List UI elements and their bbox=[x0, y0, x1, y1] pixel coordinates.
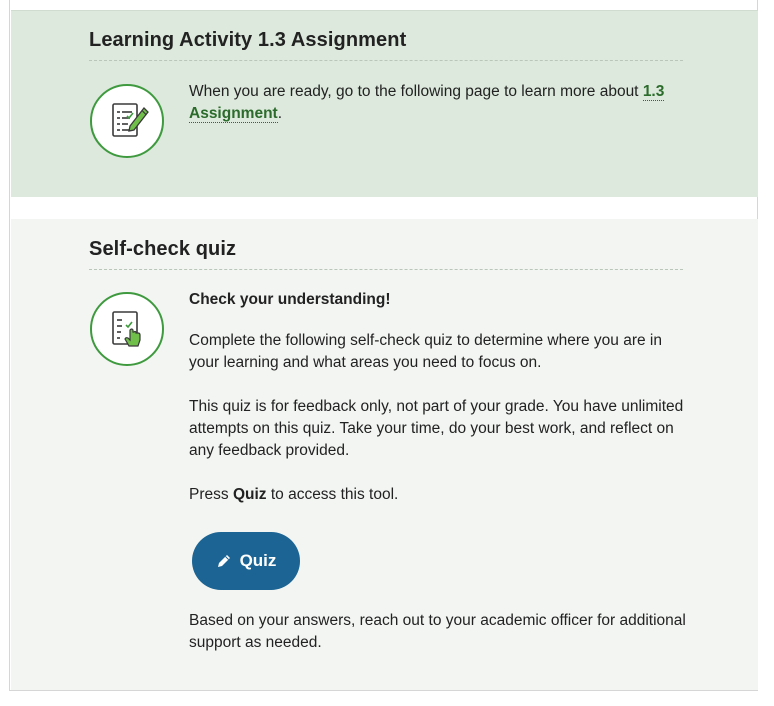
activity-text-before: When you are ready, go to the following … bbox=[189, 83, 643, 100]
quiz-paragraph-3: Press Quiz to access this tool. bbox=[189, 486, 399, 503]
quiz-paragraph-1: Complete the following self-check quiz t… bbox=[189, 332, 662, 371]
quiz-term: Quiz bbox=[232, 486, 267, 503]
activity-title: Learning Activity 1.3 Assignment bbox=[89, 29, 407, 51]
activity-divider bbox=[89, 60, 683, 61]
activity-text-after: . bbox=[277, 105, 283, 122]
content-frame: Learning Activity 1.3 Assignment When yo… bbox=[9, 0, 758, 691]
self-check-quiz-panel: Self-check quiz Check your understanding… bbox=[11, 219, 758, 690]
quiz-button[interactable]: Quiz bbox=[192, 532, 300, 590]
quiz-section-title: Self-check quiz bbox=[89, 238, 237, 260]
checklist-pencil-icon bbox=[90, 84, 164, 158]
learning-activity-panel: Learning Activity 1.3 Assignment When yo… bbox=[11, 10, 758, 197]
checklist-pointer-icon bbox=[90, 292, 164, 366]
quiz-button-label: Quiz bbox=[239, 551, 277, 570]
quiz-subheading: Check your understanding! bbox=[189, 291, 391, 308]
quiz-paragraph-4: Based on your answers, reach out to your… bbox=[189, 612, 686, 651]
pencil-icon bbox=[217, 555, 230, 567]
quiz-paragraph-2: This quiz is for feedback only, not part… bbox=[189, 398, 684, 459]
quiz-divider bbox=[89, 269, 683, 270]
activity-description: When you are ready, go to the following … bbox=[189, 81, 689, 125]
